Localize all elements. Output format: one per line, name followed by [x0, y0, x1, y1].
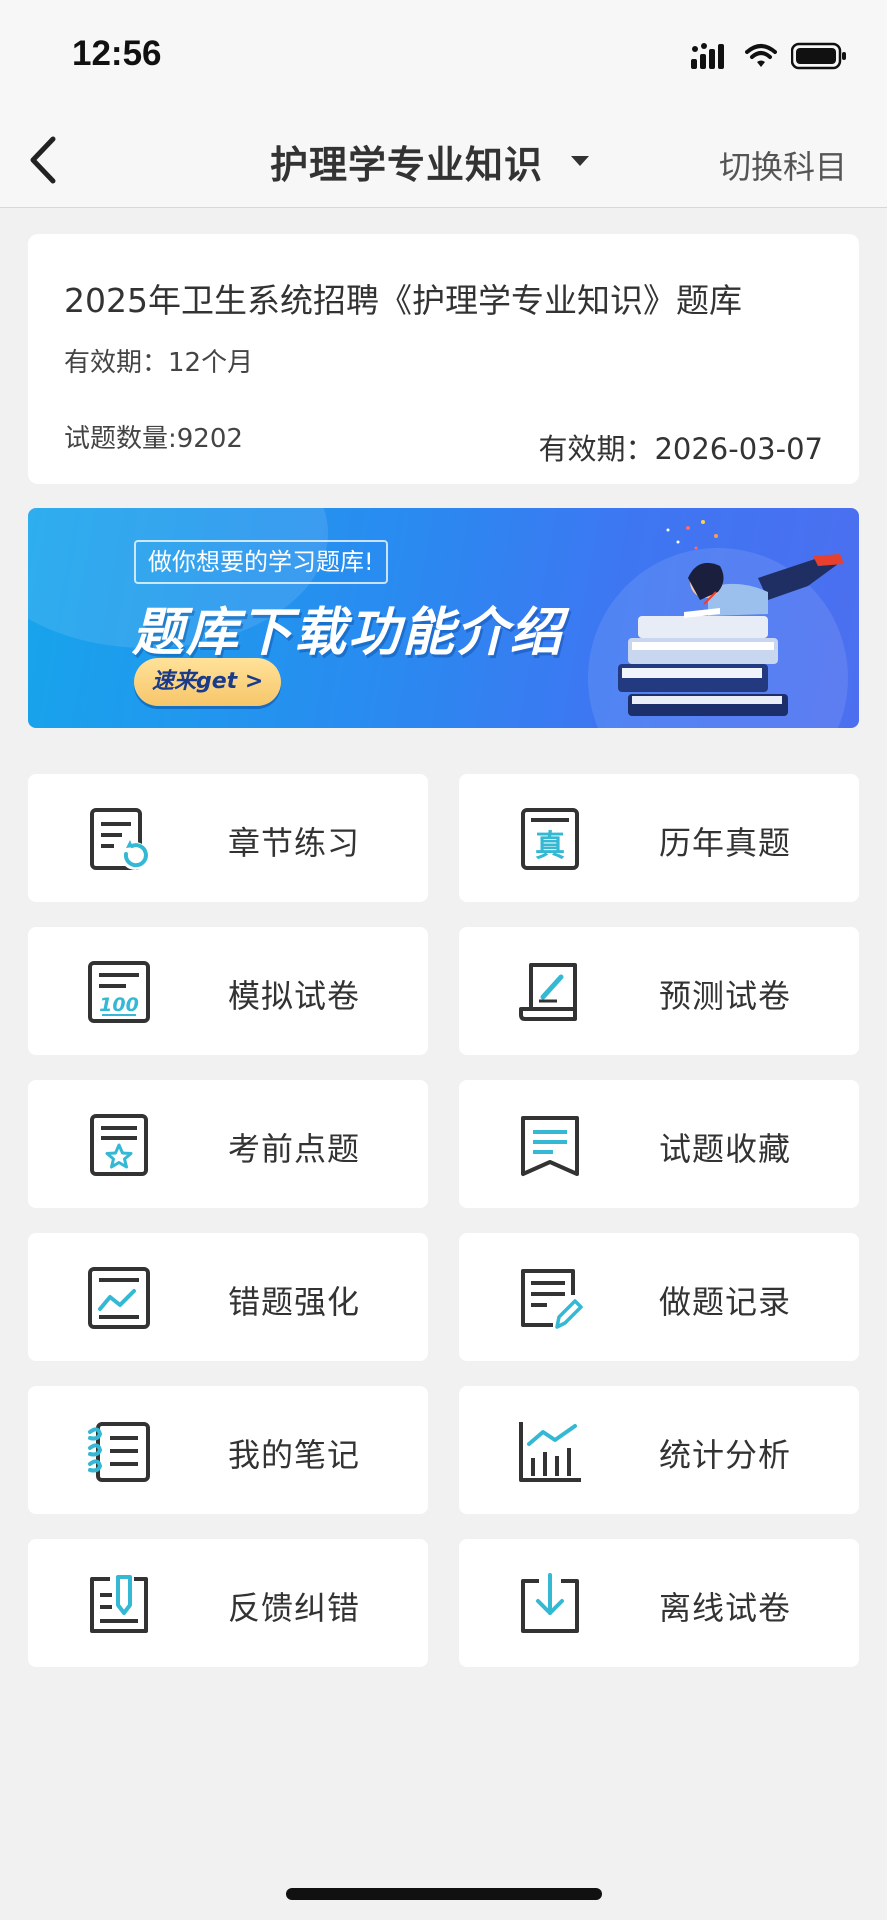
menu-label: 预测试卷 — [659, 977, 792, 1015]
past-exams-icon: 真 — [521, 808, 579, 870]
menu-predict-paper[interactable]: 预测试卷 — [459, 927, 859, 1055]
menu-label: 错题强化 — [228, 1283, 361, 1321]
banner-tag: 做你想要的学习题库! — [134, 540, 388, 584]
menu-label: 我的笔记 — [228, 1436, 361, 1474]
back-arrow-icon — [30, 136, 56, 184]
switch-subject-button[interactable]: 切换科目 — [719, 142, 847, 188]
key-points-icon — [90, 1114, 148, 1176]
subject-selector[interactable]: 护理学专业知识 — [270, 134, 590, 188]
page-title: 护理学专业知识 — [270, 142, 544, 187]
studying-girl-illustration — [618, 520, 844, 716]
back-button[interactable] — [14, 128, 70, 192]
menu-label: 考前点题 — [228, 1130, 361, 1168]
status-time: 12:56 — [72, 34, 162, 73]
svg-text:真: 真 — [535, 829, 565, 864]
chapter-practice-icon — [90, 808, 149, 870]
home-indicator[interactable] — [286, 1888, 602, 1900]
status-bar: 12:56 — [0, 0, 887, 112]
menu-past-exams[interactable]: 真 历年真题 — [459, 774, 859, 902]
banner-cta-button[interactable]: 速来get > — [134, 658, 282, 706]
menu-practice-record[interactable]: 做题记录 — [459, 1233, 859, 1361]
notes-icon — [88, 1422, 150, 1482]
wifi-icon — [745, 44, 777, 67]
menu-bookmarks[interactable]: 试题收藏 — [459, 1080, 859, 1208]
validity-period: 有效期：12个月 — [64, 348, 254, 378]
status-icons — [691, 40, 847, 72]
practice-record-icon — [521, 1269, 583, 1329]
mock-paper-icon: 100 — [88, 961, 150, 1023]
download-intro-banner[interactable]: 做你想要的学习题库! 题库下载功能介绍 速来get > — [28, 508, 859, 728]
menu-label: 试题收藏 — [659, 1130, 792, 1168]
menu-offline-paper[interactable]: 离线试卷 — [459, 1539, 859, 1667]
wrong-questions-icon — [88, 1267, 150, 1329]
menu-label: 模拟试卷 — [228, 977, 361, 1015]
statistics-icon — [519, 1422, 581, 1482]
menu-label: 反馈纠错 — [228, 1589, 361, 1627]
caret-down-icon — [571, 156, 590, 166]
battery-icon — [791, 42, 846, 70]
menu-label: 统计分析 — [659, 1436, 792, 1474]
menu-label: 做题记录 — [659, 1283, 792, 1321]
question-bank-card: 2025年卫生系统招聘《护理学专业知识》题库 有效期：12个月 试题数量:920… — [28, 234, 859, 484]
menu-label: 历年真题 — [659, 824, 792, 862]
expiry-date: 有效期：2026-03-07 — [538, 432, 823, 466]
menu-wrong-questions[interactable]: 错题强化 — [28, 1233, 428, 1361]
menu-chapter-practice[interactable]: 章节练习 — [28, 774, 428, 902]
menu-my-notes[interactable]: 我的笔记 — [28, 1386, 428, 1514]
nav-bar: 护理学专业知识 切换科目 — [0, 112, 887, 208]
menu-key-points[interactable]: 考前点题 — [28, 1080, 428, 1208]
banner-title: 题库下载功能介绍 — [132, 603, 565, 663]
feedback-icon — [90, 1575, 148, 1633]
menu-mock-paper[interactable]: 100 模拟试卷 — [28, 927, 428, 1055]
menu-label: 章节练习 — [228, 824, 361, 862]
signal-icon — [691, 43, 724, 69]
svg-text:100: 100 — [99, 994, 139, 1016]
question-count: 试题数量:9202 — [64, 424, 243, 454]
bank-title: 2025年卫生系统招聘《护理学专业知识》题库 — [64, 281, 742, 320]
menu-feedback[interactable]: 反馈纠错 — [28, 1539, 428, 1667]
menu-statistics[interactable]: 统计分析 — [459, 1386, 859, 1514]
menu-label: 离线试卷 — [659, 1589, 792, 1627]
predict-paper-icon — [519, 963, 577, 1021]
offline-download-icon — [521, 1573, 579, 1633]
bookmark-icon — [521, 1116, 579, 1176]
